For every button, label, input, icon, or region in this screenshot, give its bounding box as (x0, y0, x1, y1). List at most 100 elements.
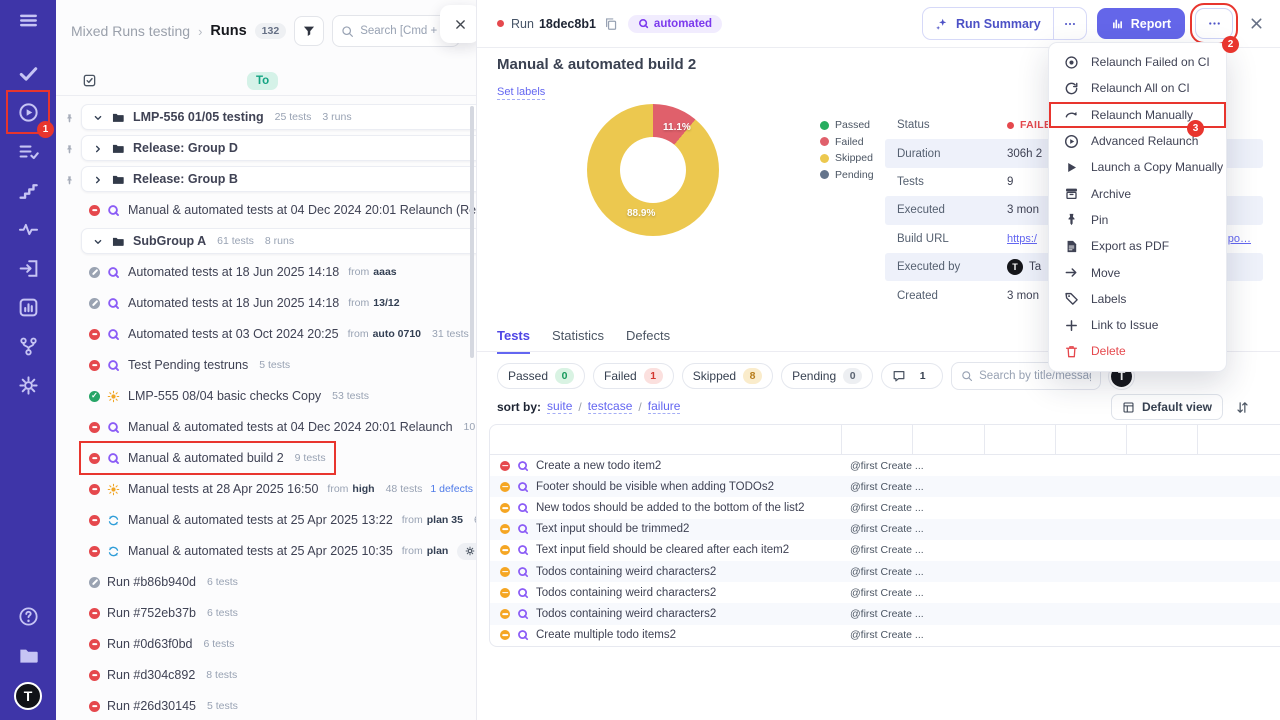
select-all-icon[interactable] (82, 73, 97, 88)
tests-search-input[interactable] (979, 370, 1091, 382)
run-list-item[interactable]: Release: Group D (56, 135, 476, 161)
sort-by-testcase-link[interactable]: testcase (588, 399, 633, 414)
menu-icon[interactable] (16, 8, 40, 32)
tasks-list-icon[interactable] (16, 139, 40, 163)
runs-filter-chip-today[interactable]: To (247, 72, 278, 90)
run-defects-link[interactable]: 1 defects (430, 483, 473, 495)
run-list-item[interactable]: Manual & automated tests at 04 Dec 2024 … (56, 197, 476, 223)
test-table-row[interactable]: Todos containing weird characters2 @firs… (490, 603, 1280, 624)
run-list-item[interactable]: LMP-556 01/05 testing 25 tests 3 runs (56, 104, 476, 130)
run-list-item[interactable]: Test Pending testruns 5 tests (56, 352, 476, 378)
run-list-item[interactable]: Automated tests at 03 Oct 2024 20:25 fro… (56, 321, 476, 347)
test-table-row[interactable]: New todos should be added to the bottom … (490, 497, 1280, 518)
user-avatar[interactable]: T (14, 682, 42, 710)
run-summary-button[interactable]: Run Summary (923, 8, 1053, 39)
close-run-detail-button[interactable] (1249, 16, 1264, 31)
chevron-icon[interactable] (92, 235, 104, 247)
run-list-item[interactable]: Manual & automated build 2 9 tests (56, 445, 476, 471)
status-filter-chip[interactable]: Pending 0 (781, 363, 873, 389)
run-list-item[interactable]: Run #26d30145 5 tests (56, 693, 476, 719)
run-list-item[interactable]: Run #d304c892 8 tests (56, 662, 476, 688)
menu-item[interactable]: Labels (1049, 286, 1226, 312)
run-list-item[interactable]: Automated tests at 18 Jun 2025 14:18 fro… (56, 259, 476, 285)
run-list-item[interactable]: Manual tests at 28 Apr 2025 16:50 fromhi… (56, 476, 476, 502)
menu-item[interactable]: Move (1049, 259, 1226, 285)
close-runs-panel-button[interactable] (440, 5, 477, 43)
menu-item[interactable]: Delete (1049, 338, 1226, 364)
run-list-item[interactable]: LMP-555 08/04 basic checks Copy 53 tests (56, 383, 476, 409)
test-table-row[interactable]: Create a new todo item2 @first Create ..… (490, 455, 1280, 476)
run-list-item[interactable]: Manual & automated tests at 25 Apr 2025 … (56, 507, 476, 533)
test-table-row[interactable]: Text input field should be cleared after… (490, 540, 1280, 561)
analytics-icon[interactable] (16, 295, 40, 319)
breadcrumb-project[interactable]: Mixed Runs testing (71, 23, 190, 39)
help-icon[interactable] (16, 604, 40, 628)
automated-badge[interactable]: automated (628, 15, 722, 33)
sidebar-top-icons: 1 (16, 8, 40, 412)
activity-icon[interactable] (16, 217, 40, 241)
menu-item[interactable]: Relaunch Manually 3 (1049, 102, 1226, 128)
build-url-link-tail[interactable]: po… (1228, 233, 1251, 245)
sort-order-icon[interactable] (1235, 400, 1250, 415)
test-table-row[interactable]: Footer should be visible when adding TOD… (490, 476, 1280, 497)
menu-item[interactable]: Launch a Copy Manually (1049, 154, 1226, 180)
pin-icon (64, 173, 76, 185)
menu-item[interactable]: Archive (1049, 180, 1226, 206)
chevron-icon[interactable] (92, 111, 104, 123)
run-list-item[interactable]: Run #0d63f0bd 6 tests (56, 631, 476, 657)
menu-item[interactable]: Relaunch Failed on CI (1049, 49, 1226, 75)
test-table-row[interactable]: Text input should be trimmed2 @first Cre… (490, 519, 1280, 540)
copy-run-id-button[interactable] (604, 17, 618, 31)
run-detail-tab[interactable]: Statistics (552, 328, 604, 354)
run-detail-tab[interactable]: Defects (626, 328, 670, 354)
run-list-item[interactable]: Release: Group B (56, 166, 476, 192)
test-status-icon (500, 567, 510, 577)
menu-item[interactable]: Export as PDF (1049, 233, 1226, 259)
play-circle-icon[interactable]: 1 (16, 100, 40, 124)
runs-search-input[interactable] (360, 25, 451, 37)
set-labels-link[interactable]: Set labels (497, 86, 545, 100)
sign-in-icon[interactable] (16, 256, 40, 280)
menu-item[interactable]: Link to Issue (1049, 312, 1226, 338)
build-url-link[interactable]: https:/ (1007, 233, 1037, 245)
filter-button[interactable] (294, 16, 324, 46)
run-list-item[interactable]: SubGroup A 61 tests 8 runs (56, 228, 476, 254)
run-list-item[interactable]: Run #752eb37b 6 tests (56, 600, 476, 626)
sort-by-failure-link[interactable]: failure (648, 399, 681, 414)
menu-item[interactable]: Pin (1049, 207, 1226, 233)
runs-check-icon[interactable] (16, 61, 40, 85)
test-table-row[interactable]: Todos containing weird characters2 @firs… (490, 561, 1280, 582)
test-suite: @first Create ... (842, 460, 1280, 472)
run-list-item[interactable]: Manual & automated tests at 04 Dec 2024 … (56, 414, 476, 440)
report-button[interactable]: Report (1097, 8, 1185, 39)
default-view-button[interactable]: Default view (1111, 394, 1223, 420)
run-summary-more-button[interactable] (1053, 8, 1086, 39)
table-column-header (490, 425, 842, 454)
status-filter-chip[interactable]: Failed 1 (593, 363, 674, 389)
run-tests-count: 25 tests (275, 111, 312, 123)
run-list-item[interactable]: Run #b86b940d 6 tests (56, 569, 476, 595)
run-tests-count: 6 tests (207, 607, 238, 619)
branches-icon[interactable] (16, 334, 40, 358)
steps-icon[interactable] (16, 178, 40, 202)
run-from: fromplan 35 (402, 514, 463, 526)
runs-list-scrollbar[interactable] (470, 106, 474, 358)
test-table-row[interactable]: Todos containing weird characters2 @firs… (490, 582, 1280, 603)
run-list-item[interactable]: Automated tests at 18 Jun 2025 14:18 fro… (56, 290, 476, 316)
menu-item[interactable]: Relaunch All on CI (1049, 75, 1226, 101)
projects-icon[interactable] (16, 643, 40, 667)
status-filter-chip[interactable]: Passed 0 (497, 363, 585, 389)
test-table-row[interactable]: Create multiple todo items2 @first Creat… (490, 625, 1280, 646)
run-title: Run #0d63f0bd (107, 637, 193, 651)
sort-by-suite-link[interactable]: suite (547, 399, 572, 414)
chevron-icon[interactable] (92, 142, 104, 154)
run-detail-tab[interactable]: Tests (497, 328, 530, 354)
run-actions-more-button[interactable]: 2 (1195, 8, 1233, 39)
info-value: 9 (1007, 176, 1013, 188)
chevron-icon[interactable] (92, 173, 104, 185)
run-status-icon (89, 515, 100, 526)
status-filter-chip[interactable]: 1 (881, 363, 943, 389)
run-list-item[interactable]: Manual & automated tests at 25 Apr 2025 … (56, 538, 476, 564)
settings-icon[interactable] (16, 373, 40, 397)
status-filter-chip[interactable]: Skipped 8 (682, 363, 773, 389)
